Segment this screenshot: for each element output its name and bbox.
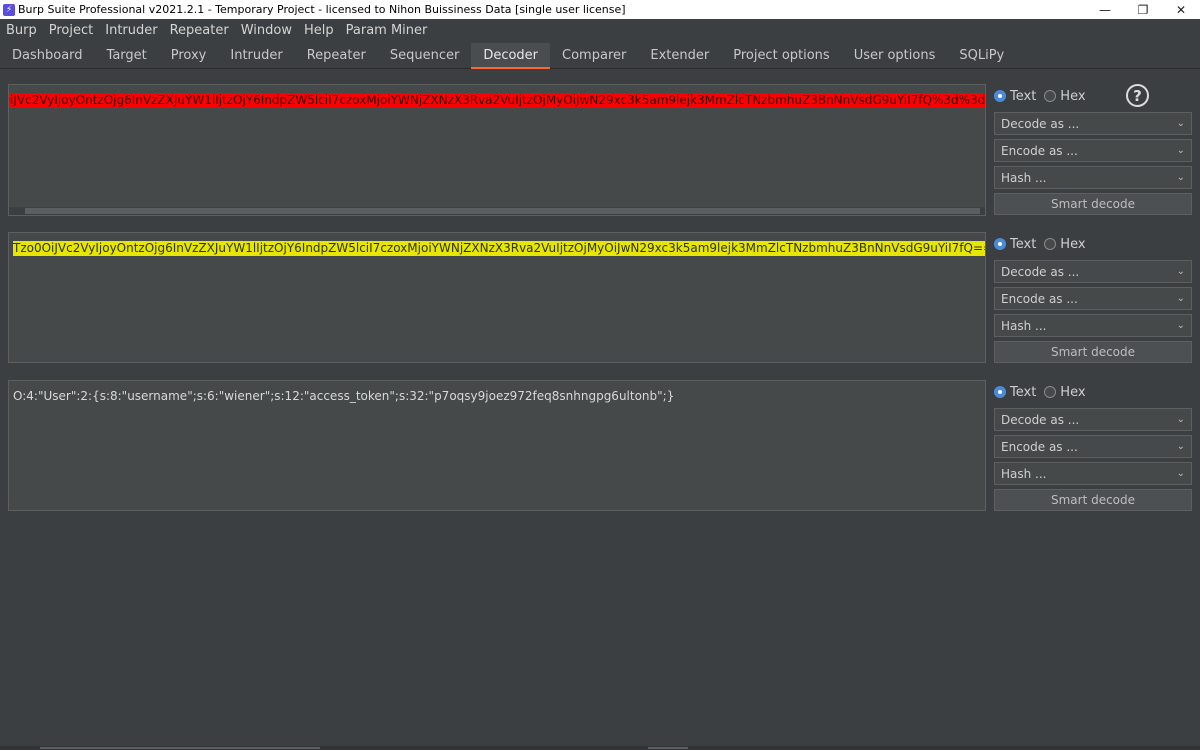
format-radio-group: Text Hex bbox=[994, 380, 1192, 404]
hash-label: Hash ... bbox=[1001, 318, 1047, 333]
burp-logo-icon: ⚡ bbox=[3, 3, 15, 16]
format-radio-group: Text Hex bbox=[994, 232, 1192, 256]
menu-repeater[interactable]: Repeater bbox=[164, 19, 235, 43]
tab-repeater[interactable]: Repeater bbox=[295, 43, 378, 68]
smart-decode-button[interactable]: Smart decode bbox=[994, 489, 1192, 511]
chevron-down-icon: ⌄ bbox=[1176, 145, 1185, 156]
hash-dropdown[interactable]: Hash ... ⌄ bbox=[994, 314, 1192, 337]
tab-target[interactable]: Target bbox=[95, 43, 159, 68]
chevron-down-icon: ⌄ bbox=[1176, 118, 1185, 129]
close-button[interactable]: ✕ bbox=[1162, 0, 1200, 19]
scrollbar-thumb[interactable] bbox=[25, 208, 980, 214]
title-bar: ⚡ Burp Suite Professional v2021.2.1 - Te… bbox=[0, 0, 1200, 19]
menu-burp[interactable]: Burp bbox=[0, 19, 43, 43]
decoder-pane-2[interactable]: Tzo0OiJVc2VyIjoyOntzOjg6InVzZXJuYW1lIjtz… bbox=[8, 232, 986, 363]
chevron-down-icon: ⌄ bbox=[1176, 468, 1185, 479]
encode-as-dropdown[interactable]: Encode as ... ⌄ bbox=[994, 139, 1192, 162]
format-radio-group: Text Hex ? bbox=[994, 84, 1192, 108]
decode-as-label: Decode as ... bbox=[1001, 264, 1080, 279]
encode-as-label: Encode as ... bbox=[1001, 439, 1078, 454]
radio-unselected-icon[interactable] bbox=[1044, 90, 1057, 102]
text-radio-label: Text bbox=[1010, 384, 1037, 400]
radio-selected-icon[interactable] bbox=[994, 90, 1006, 102]
decoder-controls-1: Text Hex ? Decode as ... ⌄ Encode as ... ⌄… bbox=[994, 84, 1192, 215]
decoder-pane-1-text[interactable]: Tzo0OiJVc2VyIjoyOntzOjg6InVzZXJuYW1lIjtz… bbox=[9, 93, 985, 108]
decoder-pane-3[interactable]: O:4:"User":2:{s:8:"username";s:6:"wiener… bbox=[8, 380, 986, 511]
hash-dropdown[interactable]: Hash ... ⌄ bbox=[994, 462, 1192, 485]
decode-as-dropdown[interactable]: Decode as ... ⌄ bbox=[994, 112, 1192, 135]
text-radio[interactable]: Text bbox=[994, 89, 1036, 104]
radio-unselected-icon[interactable] bbox=[1044, 238, 1057, 250]
decoder-controls-3: Text Hex Decode as ... ⌄ Encode as ... ⌄ H… bbox=[994, 380, 1192, 511]
decode-as-label: Decode as ... bbox=[1001, 116, 1080, 131]
decoder-pane-3-text[interactable]: O:4:"User":2:{s:8:"username";s:6:"wiener… bbox=[13, 389, 674, 404]
encode-as-label: Encode as ... bbox=[1001, 291, 1078, 306]
minimize-button[interactable]: — bbox=[1086, 0, 1124, 19]
hash-label: Hash ... bbox=[1001, 466, 1047, 481]
tab-sequencer[interactable]: Sequencer bbox=[378, 43, 471, 68]
menu-project[interactable]: Project bbox=[43, 19, 99, 43]
encode-as-dropdown[interactable]: Encode as ... ⌄ bbox=[994, 287, 1192, 310]
decode-as-dropdown[interactable]: Decode as ... ⌄ bbox=[994, 408, 1192, 431]
hash-label: Hash ... bbox=[1001, 170, 1047, 185]
radio-selected-icon[interactable] bbox=[994, 238, 1006, 250]
hash-dropdown[interactable]: Hash ... ⌄ bbox=[994, 166, 1192, 189]
text-radio[interactable]: Text bbox=[994, 385, 1036, 400]
main-tab-bar: Dashboard Target Proxy Intruder Repeater… bbox=[0, 43, 1200, 69]
hex-radio[interactable]: Hex bbox=[1044, 384, 1086, 400]
tab-project-options[interactable]: Project options bbox=[721, 43, 842, 68]
text-radio[interactable]: Text bbox=[994, 237, 1036, 252]
hex-radio[interactable]: Hex bbox=[1044, 236, 1086, 252]
tab-sqlipy[interactable]: SQLiPy bbox=[947, 43, 1016, 68]
help-icon[interactable]: ? bbox=[1126, 84, 1149, 107]
hex-radio-label: Hex bbox=[1060, 384, 1086, 400]
bottom-scroll-segment bbox=[40, 747, 320, 749]
restore-button[interactable]: ❐ bbox=[1124, 0, 1162, 19]
chevron-down-icon: ⌄ bbox=[1176, 172, 1185, 183]
bottom-scroll-segment bbox=[648, 747, 688, 749]
menu-param-miner[interactable]: Param Miner bbox=[340, 19, 434, 43]
menu-bar: Burp Project Intruder Repeater Window He… bbox=[0, 19, 1200, 43]
window-controls: — ❐ ✕ bbox=[1086, 0, 1200, 19]
radio-selected-icon[interactable] bbox=[994, 386, 1006, 398]
decode-as-dropdown[interactable]: Decode as ... ⌄ bbox=[994, 260, 1192, 283]
menu-window[interactable]: Window bbox=[235, 19, 298, 43]
tab-decoder[interactable]: Decoder bbox=[471, 43, 551, 69]
tab-comparer[interactable]: Comparer bbox=[550, 43, 638, 68]
decoder-pane-2-text[interactable]: Tzo0OiJVc2VyIjoyOntzOjg6InVzZXJuYW1lIjtz… bbox=[13, 241, 985, 256]
chevron-down-icon: ⌄ bbox=[1176, 266, 1185, 277]
text-radio-label: Text bbox=[1010, 236, 1037, 252]
hex-radio-label: Hex bbox=[1060, 88, 1086, 104]
smart-decode-button[interactable]: Smart decode bbox=[994, 341, 1192, 363]
encode-as-label: Encode as ... bbox=[1001, 143, 1078, 158]
tab-dashboard[interactable]: Dashboard bbox=[0, 43, 95, 68]
bottom-bar bbox=[0, 746, 1200, 750]
decoder-pane-1[interactable]: Tzo0OiJVc2VyIjoyOntzOjg6InVzZXJuYW1lIjtz… bbox=[8, 84, 986, 216]
menu-help[interactable]: Help bbox=[298, 19, 340, 43]
text-radio-label: Text bbox=[1010, 88, 1037, 104]
radio-unselected-icon[interactable] bbox=[1044, 386, 1057, 398]
smart-decode-button[interactable]: Smart decode bbox=[994, 193, 1192, 215]
menu-intruder[interactable]: Intruder bbox=[99, 19, 163, 43]
chevron-down-icon: ⌄ bbox=[1176, 293, 1185, 304]
chevron-down-icon: ⌄ bbox=[1176, 441, 1185, 452]
hex-radio[interactable]: Hex bbox=[1044, 88, 1086, 104]
hex-radio-label: Hex bbox=[1060, 236, 1086, 252]
chevron-down-icon: ⌄ bbox=[1176, 414, 1185, 425]
window-title: Burp Suite Professional v2021.2.1 - Temp… bbox=[18, 3, 626, 16]
chevron-down-icon: ⌄ bbox=[1176, 320, 1185, 331]
tab-extender[interactable]: Extender bbox=[638, 43, 721, 68]
decode-as-label: Decode as ... bbox=[1001, 412, 1080, 427]
encode-as-dropdown[interactable]: Encode as ... ⌄ bbox=[994, 435, 1192, 458]
decoder-controls-2: Text Hex Decode as ... ⌄ Encode as ... ⌄ H… bbox=[994, 232, 1192, 363]
tab-proxy[interactable]: Proxy bbox=[159, 43, 219, 68]
tab-user-options[interactable]: User options bbox=[842, 43, 948, 68]
horizontal-scrollbar[interactable] bbox=[9, 207, 985, 215]
tab-intruder[interactable]: Intruder bbox=[218, 43, 294, 68]
